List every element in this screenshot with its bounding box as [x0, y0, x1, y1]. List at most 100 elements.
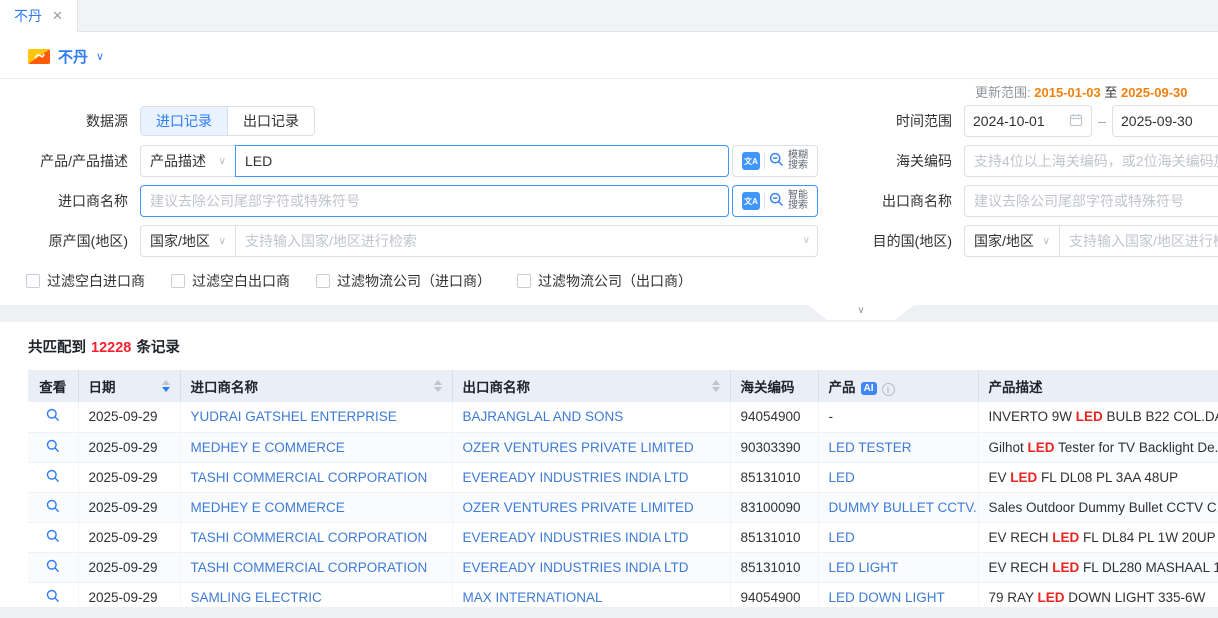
checkbox-icon[interactable] — [26, 274, 40, 288]
cell-description: INVERTO 9W LED BULB B22 COL.DA ... — [978, 402, 1218, 432]
title-row: 不丹 ∨ — [0, 32, 1218, 79]
date-end-input[interactable]: 2025-09-30 — [1112, 105, 1218, 137]
hs-code-label: 海关编码 — [818, 151, 964, 171]
importer-link[interactable]: TASHI COMMERCIAL CORPORATION — [191, 560, 428, 575]
cell-hs-code: 90303390 — [730, 432, 818, 462]
table-row: 2025-09-29 TASHI COMMERCIAL CORPORATION … — [28, 462, 1218, 492]
cell-hs-code: 94054900 — [730, 402, 818, 432]
cell-date: 2025-09-29 — [78, 402, 180, 432]
export-records-tab[interactable]: 出口记录 — [227, 107, 314, 135]
exporter-label: 出口商名称 — [818, 191, 964, 211]
update-range: 更新范围: 2015-01-03 至 2025-09-30 — [975, 82, 1188, 101]
product-link[interactable]: - — [829, 409, 834, 424]
page-title: 不丹 — [58, 46, 88, 67]
smart-search-label: 智能搜索 — [788, 191, 808, 211]
product-link[interactable]: LED DOWN LIGHT — [829, 590, 945, 605]
data-source-label: 数据源 — [0, 111, 140, 131]
view-record-button[interactable] — [46, 408, 60, 422]
info-icon[interactable]: i — [882, 383, 895, 396]
destination-country-input[interactable] — [1059, 225, 1218, 257]
filter-logistics-exporter[interactable]: 过滤物流公司（出口商） — [517, 271, 692, 291]
product-link[interactable]: LED — [829, 530, 855, 545]
panel-gap: ∨ — [0, 305, 1218, 322]
fuzzy-search-button[interactable]: 文A 模糊搜索 — [732, 145, 818, 177]
cell-description: Sales Outdoor Dummy Bullet CCTV C... — [978, 492, 1218, 522]
exporter-link[interactable]: BAJRANGLAL AND SONS — [463, 409, 624, 424]
hs-code-input[interactable] — [964, 145, 1218, 177]
filter-blank-exporter[interactable]: 过滤空白出口商 — [171, 271, 290, 291]
origin-country-select[interactable]: 国家/地区 ∨ — [140, 225, 236, 257]
filter-blank-importer[interactable]: 过滤空白进口商 — [26, 271, 145, 291]
col-view: 查看 — [28, 370, 78, 402]
importer-name-input[interactable] — [140, 185, 729, 217]
smart-search-button[interactable]: 文A 智能搜索 — [732, 185, 818, 217]
importer-link[interactable]: TASHI COMMERCIAL CORPORATION — [191, 530, 428, 545]
collapse-form-button[interactable]: ∨ — [808, 305, 914, 320]
importer-label: 进口商名称 — [0, 191, 140, 211]
product-link[interactable]: DUMMY BULLET CCTV... — [829, 500, 979, 515]
cell-hs-code: 94054900 — [730, 582, 818, 612]
checkbox-icon[interactable] — [171, 274, 185, 288]
view-record-button[interactable] — [46, 559, 60, 573]
exporter-link[interactable]: OZER VENTURES PRIVATE LIMITED — [463, 440, 694, 455]
sort-icons — [162, 380, 170, 392]
search-form: 更新范围: 2015-01-03 至 2025-09-30 数据源 进口记录 出… — [0, 79, 1218, 305]
product-link[interactable]: LED TESTER — [829, 440, 912, 455]
results-panel: 共匹配到12228条记录 查看 日期 进口商名称 出口商名称 — [0, 322, 1218, 607]
tab-label: 不丹 — [14, 6, 42, 26]
view-record-button[interactable] — [46, 469, 60, 483]
product-type-select[interactable]: 产品描述 ∨ — [140, 145, 236, 177]
exporter-name-input[interactable] — [964, 185, 1218, 217]
col-date[interactable]: 日期 — [78, 370, 180, 402]
exporter-link[interactable]: EVEREADY INDUSTRIES INDIA LTD — [463, 470, 689, 485]
col-product: 产品AIi — [818, 370, 978, 402]
view-record-button[interactable] — [46, 589, 60, 603]
tab-close-icon[interactable]: ✕ — [52, 8, 63, 24]
import-records-tab[interactable]: 进口记录 — [141, 107, 227, 135]
importer-link[interactable]: YUDRAI GATSHEL ENTERPRISE — [191, 409, 397, 424]
date-start-input[interactable]: 2024-10-01 — [964, 105, 1092, 137]
cell-hs-code: 85131010 — [730, 462, 818, 492]
time-range-label: 时间范围 — [818, 111, 964, 131]
exporter-link[interactable]: EVEREADY INDUSTRIES INDIA LTD — [463, 560, 689, 575]
col-hs-code: 海关编码 — [730, 370, 818, 402]
exporter-link[interactable]: OZER VENTURES PRIVATE LIMITED — [463, 500, 694, 515]
chevron-down-icon: ∨ — [219, 236, 226, 247]
filter-logistics-importer[interactable]: 过滤物流公司（进口商） — [316, 271, 491, 291]
cell-date: 2025-09-29 — [78, 582, 180, 612]
checkbox-icon[interactable] — [517, 274, 531, 288]
importer-link[interactable]: MEDHEY E COMMERCE — [191, 440, 345, 455]
sort-icons — [434, 380, 442, 392]
col-exporter[interactable]: 出口商名称 — [452, 370, 730, 402]
importer-link[interactable]: TASHI COMMERCIAL CORPORATION — [191, 470, 428, 485]
destination-country-select[interactable]: 国家/地区 ∨ — [964, 225, 1060, 257]
tab-bhutan[interactable]: 不丹 ✕ — [0, 0, 78, 32]
checkbox-icon[interactable] — [316, 274, 330, 288]
product-link[interactable]: LED LIGHT — [829, 560, 899, 575]
exporter-link[interactable]: EVEREADY INDUSTRIES INDIA LTD — [463, 530, 689, 545]
cell-description: 79 RAY LED DOWN LIGHT 335-6W — [978, 582, 1218, 612]
results-count: 共匹配到12228条记录 — [0, 336, 1218, 357]
view-record-button[interactable] — [46, 529, 60, 543]
cell-description: EV RECH LED FL DL280 MASHAAL 10... — [978, 552, 1218, 582]
importer-link[interactable]: MEDHEY E COMMERCE — [191, 500, 345, 515]
chevron-down-icon: ∨ — [1043, 236, 1050, 247]
origin-country-input[interactable] — [235, 225, 818, 257]
ai-badge: AI — [861, 382, 877, 395]
exporter-link[interactable]: MAX INTERNATIONAL — [463, 590, 603, 605]
cell-date: 2025-09-29 — [78, 492, 180, 522]
importer-link[interactable]: SAMLING ELECTRIC — [191, 590, 322, 605]
translate-icon: 文A — [742, 192, 760, 210]
view-record-button[interactable] — [46, 499, 60, 513]
cell-hs-code: 85131010 — [730, 552, 818, 582]
cell-hs-code: 83100090 — [730, 492, 818, 522]
sort-icons — [712, 380, 720, 392]
product-link[interactable]: LED — [829, 470, 855, 485]
col-importer[interactable]: 进口商名称 — [180, 370, 452, 402]
data-source-toggle: 进口记录 出口记录 — [140, 106, 315, 136]
cell-description: Gilhot LED Tester for TV Backlight De... — [978, 432, 1218, 462]
chevron-down-icon[interactable]: ∨ — [96, 50, 104, 63]
col-description: 产品描述 — [978, 370, 1218, 402]
view-record-button[interactable] — [46, 439, 60, 453]
product-search-input[interactable] — [235, 145, 729, 177]
